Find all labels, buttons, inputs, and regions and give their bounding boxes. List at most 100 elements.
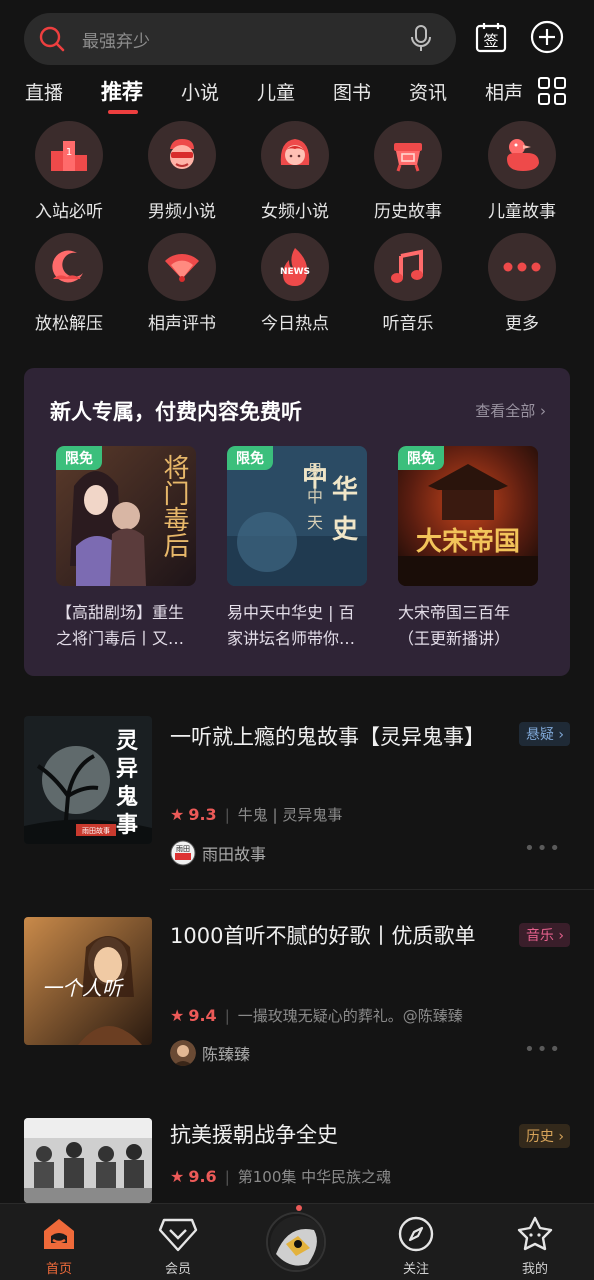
author-row[interactable]: 陈臻臻: [170, 1040, 250, 1066]
category-label: 放松解压: [35, 314, 103, 334]
must-listen-icon: 1: [35, 121, 103, 189]
category-label: 今日热点: [261, 314, 329, 334]
nav-label: 会员: [164, 1262, 191, 1277]
category-crosstalk[interactable]: 相声评书: [134, 233, 230, 341]
svg-text:一个人听: 一个人听: [42, 976, 125, 1000]
search-bar[interactable]: 最强弃少: [24, 13, 456, 65]
promo-card-title: 易中天中华史 | 百家讲坛名师带你…: [227, 603, 356, 648]
promo-card-title: 【高甜剧场】重生之将门毒后丨又…: [56, 603, 185, 648]
category-hot-news[interactable]: NEWS 今日热点: [247, 233, 343, 341]
now-playing-disc[interactable]: [266, 1212, 326, 1272]
sign-in-icon[interactable]: 签: [474, 20, 508, 54]
search-input[interactable]: 最强弃少: [82, 27, 408, 52]
fan-icon: [148, 233, 216, 301]
promo-title: 新人专属，付费内容免费听: [50, 400, 302, 424]
album-cover: 一个人听: [24, 917, 152, 1045]
genre-tag[interactable]: 悬疑 ›: [518, 722, 570, 746]
genre-tag-label: 悬疑: [525, 727, 554, 743]
category-label: 女频小说: [261, 202, 329, 222]
active-tab-indicator: [108, 110, 138, 114]
free-badge: 限免: [56, 446, 102, 470]
history-icon: [374, 121, 442, 189]
nav-profile[interactable]: 我的: [495, 1214, 575, 1277]
category-music[interactable]: 听音乐: [360, 233, 456, 341]
category-label: 更多: [505, 314, 539, 334]
compass-icon: [396, 1214, 436, 1254]
genre-tag[interactable]: 音乐 ›: [518, 923, 570, 947]
album-item[interactable]: 一个人听 1000首听不腻的好歌丨优质歌单 音乐 › ★ 9.4 | 一撮玫瑰无…: [0, 917, 594, 1097]
promo-card[interactable]: 大宋帝国 限免 大宋帝国三百年（王更新播讲）: [398, 446, 538, 652]
tab-recommend[interactable]: 推荐: [101, 76, 143, 106]
album-cover: 中 华 史 易 中 天 限免: [227, 446, 367, 586]
svg-text:1: 1: [66, 147, 72, 158]
rating-score: 9.6: [188, 1167, 217, 1186]
tab-children[interactable]: 儿童: [257, 78, 295, 105]
category-kids-story[interactable]: 儿童故事: [474, 121, 570, 229]
category-label: 历史故事: [374, 202, 442, 222]
genre-tag-label: 历史: [525, 1129, 554, 1145]
svg-text:雨田故事: 雨田故事: [82, 826, 110, 835]
vip-diamond-icon: [158, 1214, 198, 1254]
album-cover: 大宋帝国 限免: [398, 446, 538, 586]
album-cover: [24, 1118, 152, 1203]
promo-card[interactable]: 将门毒后 限免 【高甜剧场】重生之将门毒后丨又…: [56, 446, 196, 652]
author-row[interactable]: 雨田 雨田故事: [170, 840, 266, 866]
avatar-logo-text: 雨田: [176, 845, 190, 853]
tab-novel[interactable]: 小说: [181, 78, 219, 105]
category-label: 入站必听: [35, 202, 103, 222]
female-novel-icon: [261, 121, 329, 189]
category-label: 听音乐: [382, 314, 434, 334]
microphone-icon[interactable]: [408, 24, 434, 54]
category-label: 相声评书: [148, 314, 216, 334]
category-relax[interactable]: 放松解压: [21, 233, 117, 341]
tab-crosstalk[interactable]: 相声: [485, 78, 523, 105]
tab-books[interactable]: 图书: [333, 78, 371, 105]
svg-text:NEWS: NEWS: [280, 267, 310, 277]
star-icon: ★: [170, 805, 185, 824]
album-meta: ★ 9.4 | 一撮玫瑰无疑心的葬礼。@陈臻臻: [170, 1005, 463, 1026]
view-all-link[interactable]: 查看全部 ›: [475, 400, 546, 421]
svg-text:天: 天: [307, 513, 323, 532]
plus-circle-icon[interactable]: [530, 20, 564, 54]
author-name: 陈臻臻: [202, 1045, 251, 1064]
more-options-icon[interactable]: •••: [524, 1039, 562, 1060]
nav-home[interactable]: 首页: [19, 1214, 99, 1277]
divider: [170, 889, 594, 890]
nav-follow[interactable]: 关注: [376, 1214, 456, 1277]
category-male-novel[interactable]: 男频小说: [134, 121, 230, 229]
album-item[interactable]: 抗美援朝战争全史 历史 › ★ 9.6 | 第100集 中华民族之魂: [0, 1118, 594, 1203]
svg-text:易: 易: [307, 461, 323, 480]
album-subtitle: 牛鬼 | 灵异鬼事: [237, 806, 343, 824]
album-subtitle: 第100集 中华民族之魂: [237, 1168, 392, 1186]
genre-tag[interactable]: 历史 ›: [518, 1124, 570, 1148]
star-icon: ★: [170, 1167, 185, 1186]
album-cover: 将门毒后 限免: [56, 446, 196, 586]
chevron-right-icon: ›: [540, 402, 546, 420]
album-meta: ★ 9.3 | 牛鬼 | 灵异鬼事: [170, 804, 342, 825]
category-history[interactable]: 历史故事: [360, 121, 456, 229]
free-badge: 限免: [227, 446, 273, 470]
tab-news[interactable]: 资讯: [409, 78, 447, 105]
svg-text:史: 史: [332, 515, 359, 545]
album-title: 1000首听不腻的好歌丨优质歌单: [170, 924, 476, 948]
category-must-listen[interactable]: 1 入站必听: [21, 121, 117, 229]
rating-score: 9.3: [188, 805, 217, 824]
nav-label: 首页: [45, 1262, 72, 1277]
album-subtitle: 一撮玫瑰无疑心的葬礼。@陈臻臻: [237, 1007, 463, 1025]
tab-live[interactable]: 直播: [25, 78, 63, 105]
svg-text:事: 事: [116, 812, 138, 838]
more-options-icon[interactable]: •••: [524, 838, 562, 859]
separator: |: [224, 1006, 230, 1025]
free-badge: 限免: [398, 446, 444, 470]
home-icon: [39, 1214, 79, 1254]
separator: |: [224, 805, 230, 824]
category-female-novel[interactable]: 女频小说: [247, 121, 343, 229]
category-more[interactable]: 更多: [474, 233, 570, 341]
new-user-promo: 新人专属，付费内容免费听 查看全部 › 将门毒后 限免 【高甜剧场】重生之将门毒…: [24, 368, 570, 676]
profile-star-icon: [515, 1214, 555, 1254]
nav-vip[interactable]: 会员: [138, 1214, 218, 1277]
grid-menu-icon[interactable]: [537, 76, 567, 106]
album-item[interactable]: 灵 异 鬼 事 雨田故事 一听就上瘾的鬼故事【灵异鬼事】 悬疑 › ★ 9.3 …: [0, 716, 594, 896]
svg-text:异: 异: [116, 756, 138, 782]
promo-card[interactable]: 中 华 史 易 中 天 限免 易中天中华史 | 百家讲坛名师带你…: [227, 446, 367, 652]
